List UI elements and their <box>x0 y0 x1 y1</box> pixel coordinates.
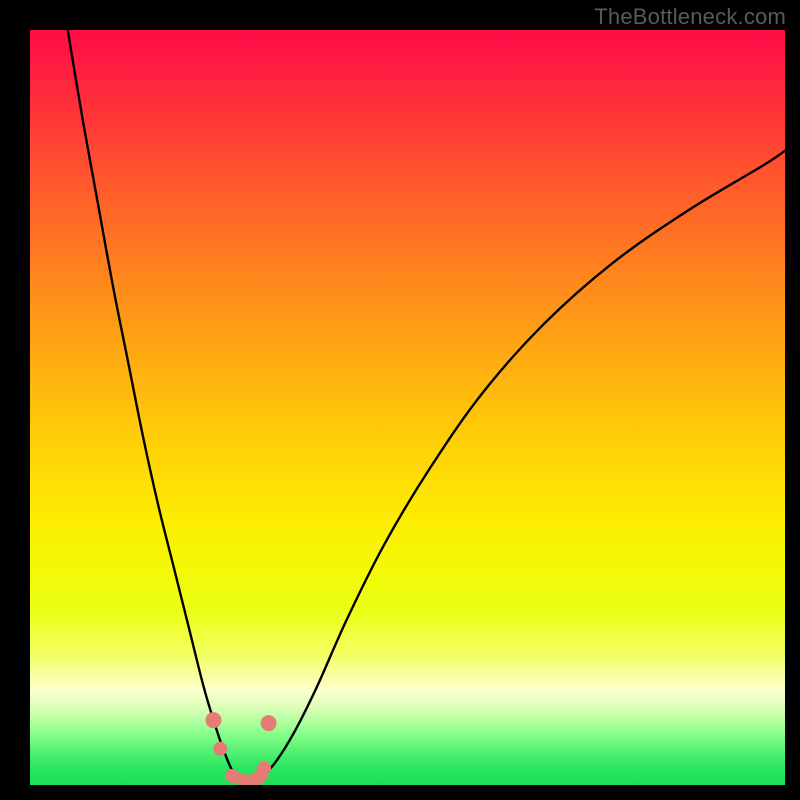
data-marker <box>205 712 221 728</box>
plot-area <box>30 30 785 785</box>
watermark-text: TheBottleneck.com <box>594 4 786 30</box>
chart-svg <box>30 30 785 785</box>
curve-group <box>68 30 785 781</box>
chart-frame: TheBottleneck.com <box>0 0 800 800</box>
curve-path <box>260 151 785 779</box>
data-marker <box>257 761 271 775</box>
data-marker <box>213 742 227 756</box>
marker-group <box>205 712 276 785</box>
data-marker <box>261 715 277 731</box>
curve-path <box>68 30 238 781</box>
